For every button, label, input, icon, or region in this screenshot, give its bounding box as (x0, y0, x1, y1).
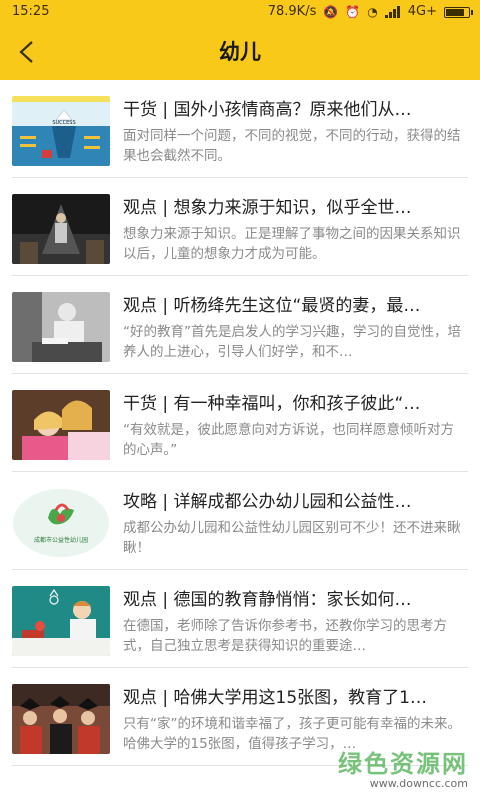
network-type: 4G+ (407, 4, 437, 19)
list-item[interactable]: 干货 | 有一种幸福叫，你和孩子彼此“… “有效就是，彼此愿意向对方诉说，也同样… (0, 374, 480, 472)
mute-icon: 🔕 (323, 5, 339, 19)
article-summary: “有效就是，彼此愿意向对方诉说，也同样愿意倾听对方的心声。” (123, 422, 454, 458)
article-thumbnail (12, 292, 110, 362)
battery-icon (444, 6, 473, 18)
wifi-icon: ◔ (367, 5, 378, 19)
article-title: 攻略 | 详解成都公办幼儿园和公益性… (123, 492, 412, 512)
watermark-title: 绿色资源网 (338, 750, 468, 778)
svg-text:成都市公益性幼儿园: 成都市公益性幼儿园 (34, 536, 88, 544)
article-thumbnail: 成都市公益性幼儿园 (12, 488, 110, 558)
article-thumbnail (12, 390, 110, 460)
article-title: 观点 | 想象力来源于知识，似乎全世… (123, 198, 412, 218)
article-title: 观点 | 听杨绛先生这位“最贤的妻，最… (123, 296, 421, 316)
article-summary: 成都公办幼儿园和公益性幼儿园区别可不少！还不进来瞅瞅！ (123, 520, 461, 556)
article-title: 干货 | 有一种幸福叫，你和孩子彼此“… (123, 394, 421, 414)
title-bar: 幼儿 (0, 24, 480, 80)
article-summary: 想象力来源于知识。正是理解了事物之间的因果关系知识以后，儿童的想象力才成为可能。 (123, 226, 461, 262)
article-title: 观点 | 哈佛大学用这15张图，教育了1… (123, 688, 427, 708)
article-thumbnail: SUCCESS (12, 96, 110, 166)
watermark: 绿色资源网 www.downcc.com (338, 744, 468, 790)
svg-text:SUCCESS: SUCCESS (52, 120, 75, 126)
article-summary: 在德国，老师除了告诉你参考书，还教你学习的思考方式，自己独立思考是获得知识的重要… (123, 618, 447, 654)
list-item[interactable]: 成都市公益性幼儿园 攻略 | 详解成都公办幼儿园和公益性… 成都公办幼儿园和公益… (0, 472, 480, 570)
list-item[interactable]: 观点 | 听杨绛先生这位“最贤的妻，最… “好的教育”首先是启发人的学习兴趣，学… (0, 276, 480, 374)
network-speed: 78.9K/s (267, 4, 317, 19)
article-thumbnail (12, 194, 110, 264)
list-item[interactable]: SUCCESS 干货 | 国外小孩情商高？原来他们从… 面对同样一个问题，不同的… (0, 80, 480, 178)
page-title: 幼儿 (219, 40, 261, 64)
status-icons: 78.9K/s 🔕 ⏰ ◔ 4G+ (267, 0, 473, 24)
list-item[interactable]: 观点 | 想象力来源于知识，似乎全世… 想象力来源于知识。正是理解了事物之间的因… (0, 178, 480, 276)
list-item[interactable]: 观点 | 德国的教育静悄悄：家长如何… 在德国，老师除了告诉你参考书，还教你学习… (0, 570, 480, 668)
article-thumbnail (12, 586, 110, 656)
back-button[interactable] (8, 32, 48, 72)
chevron-left-icon (19, 41, 33, 63)
article-thumbnail (12, 684, 110, 754)
signal-icon (384, 6, 400, 18)
article-summary: 面对同样一个问题，不同的视觉，不同的行动，获得的结果也会截然不同。 (123, 128, 461, 164)
alarm-icon: ⏰ (345, 5, 361, 19)
article-title: 干货 | 国外小孩情商高？原来他们从… (123, 100, 412, 120)
article-list: SUCCESS 干货 | 国外小孩情商高？原来他们从… 面对同样一个问题，不同的… (0, 80, 480, 766)
status-bar: 15:25 78.9K/s 🔕 ⏰ ◔ 4G+ (0, 0, 480, 24)
article-title: 观点 | 德国的教育静悄悄：家长如何… (123, 590, 412, 610)
status-time: 15:25 (12, 4, 50, 19)
article-summary: “好的教育”首先是启发人的学习兴趣，学习的自觉性，培养人的上进心，引导人们好学，… (123, 324, 461, 360)
